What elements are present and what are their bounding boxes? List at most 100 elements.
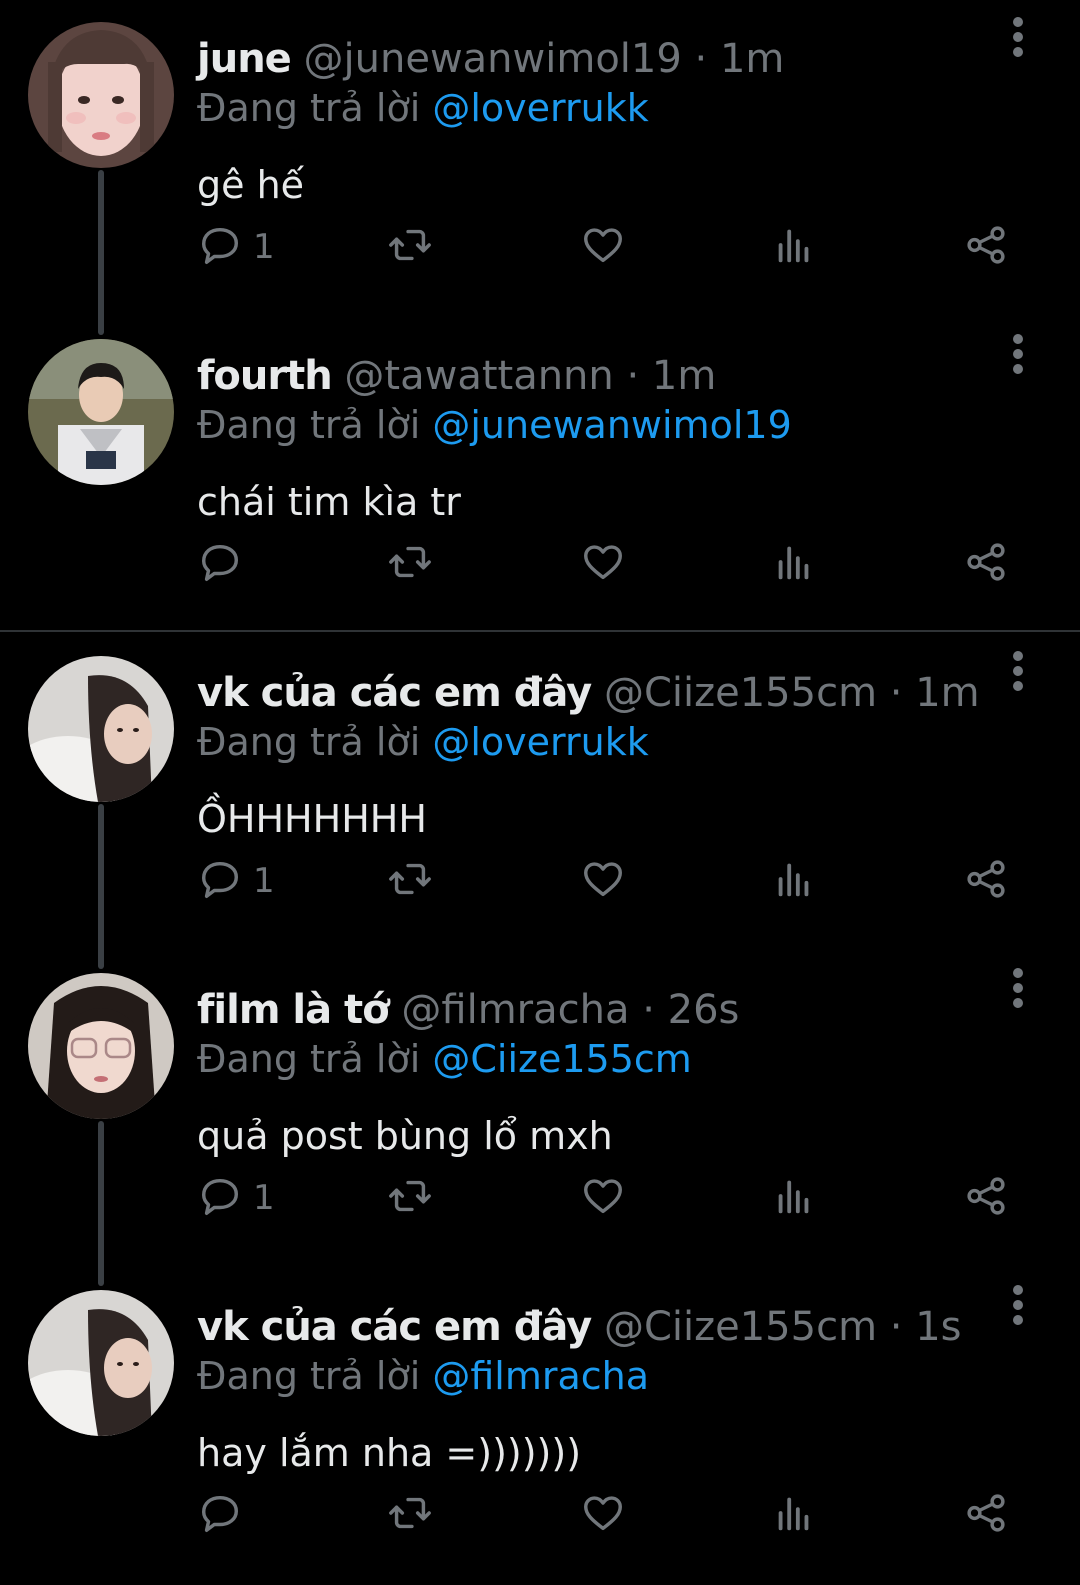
replying-to: Đang trả lời @Ciize155cm: [197, 1037, 692, 1081]
like-button[interactable]: [580, 1490, 626, 1540]
display-name[interactable]: june: [197, 36, 292, 82]
action-bar: 1: [0, 222, 1080, 272]
replying-label: Đang trả lời: [197, 1354, 421, 1398]
share-button[interactable]: [963, 222, 1009, 272]
retweet-button[interactable]: [387, 1490, 433, 1540]
views-button[interactable]: [771, 222, 817, 272]
reply-count: 1: [253, 227, 275, 267]
action-bar: [0, 1490, 1080, 1540]
display-name[interactable]: vk của các em đây: [197, 1304, 592, 1350]
reply-button[interactable]: [197, 1490, 253, 1540]
handle[interactable]: @junewanwimol19: [304, 36, 682, 82]
mention-link[interactable]: @Ciize155cm: [432, 1037, 691, 1081]
tweet-text: quả post bùng lổ mxh: [197, 1114, 613, 1158]
reply-icon: [197, 1173, 243, 1223]
replying-label: Đang trả lời: [197, 403, 421, 447]
reply-icon: [197, 539, 243, 589]
like-button[interactable]: [580, 1173, 626, 1223]
retweet-button[interactable]: [387, 1173, 433, 1223]
more-vertical-icon[interactable]: [1003, 14, 1033, 60]
tweet[interactable]: fourth @tawattannn · 1m Đang trả lời @ju…: [0, 317, 1080, 634]
mention-link[interactable]: @loverrukk: [432, 720, 648, 764]
share-button[interactable]: [963, 1490, 1009, 1540]
tweet[interactable]: june @junewanwimol19 · 1m Đang trả lời @…: [0, 0, 1080, 335]
mention-link[interactable]: @filmracha: [432, 1354, 649, 1398]
reply-icon: [197, 1490, 243, 1540]
handle[interactable]: @tawattannn: [344, 353, 613, 399]
share-icon: [963, 539, 1009, 589]
like-button[interactable]: [580, 856, 626, 906]
reply-icon: [197, 856, 243, 906]
retweet-icon: [387, 539, 433, 589]
tweet-text: hay lắm nha =))))))): [197, 1431, 582, 1475]
views-button[interactable]: [771, 1490, 817, 1540]
timestamp[interactable]: · 26s: [642, 987, 739, 1033]
action-bar: 1: [0, 1173, 1080, 1223]
reply-button[interactable]: 1: [197, 222, 275, 272]
share-button[interactable]: [963, 539, 1009, 589]
more-vertical-icon[interactable]: [1003, 648, 1033, 694]
replying-label: Đang trả lời: [197, 720, 421, 764]
reply-button[interactable]: [197, 539, 253, 589]
mention-link[interactable]: @loverrukk: [432, 86, 648, 130]
views-button[interactable]: [771, 1173, 817, 1223]
reply-button[interactable]: 1: [197, 856, 275, 906]
share-icon: [963, 222, 1009, 272]
mention-link[interactable]: @junewanwimol19: [432, 403, 791, 447]
views-button[interactable]: [771, 856, 817, 906]
replying-label: Đang trả lời: [197, 86, 421, 130]
display-name[interactable]: film là tớ: [197, 987, 390, 1033]
timestamp[interactable]: · 1s: [890, 1304, 962, 1350]
avatar[interactable]: [28, 656, 174, 802]
replying-to: Đang trả lời @loverrukk: [197, 720, 649, 764]
views-button[interactable]: [771, 539, 817, 589]
heart-icon: [580, 1490, 626, 1540]
display-name[interactable]: vk của các em đây: [197, 670, 592, 716]
heart-icon: [580, 856, 626, 906]
tweet-header: vk của các em đây @Ciize155cm · 1s: [197, 1304, 961, 1350]
more-vertical-icon[interactable]: [1003, 331, 1033, 377]
heart-icon: [580, 539, 626, 589]
retweet-button[interactable]: [387, 856, 433, 906]
tweet-header: film là tớ @filmracha · 26s: [197, 987, 739, 1033]
handle[interactable]: @Ciize155cm: [604, 670, 877, 716]
views-icon: [771, 539, 817, 589]
more-vertical-icon[interactable]: [1003, 1282, 1033, 1328]
like-button[interactable]: [580, 222, 626, 272]
views-icon: [771, 1490, 817, 1540]
views-icon: [771, 1173, 817, 1223]
share-button[interactable]: [963, 856, 1009, 906]
tweet[interactable]: vk của các em đây @Ciize155cm · 1m Đang …: [0, 634, 1080, 969]
tweet-text: gê hế: [197, 163, 305, 207]
reply-count: 1: [253, 861, 275, 901]
thread-divider: [0, 630, 1080, 632]
timestamp[interactable]: · 1m: [890, 670, 980, 716]
handle[interactable]: @Ciize155cm: [604, 1304, 877, 1350]
share-icon: [963, 1173, 1009, 1223]
views-icon: [771, 222, 817, 272]
retweet-button[interactable]: [387, 222, 433, 272]
tweet-text: ỒHHHHHHH: [197, 797, 427, 841]
tweet-header: vk của các em đây @Ciize155cm · 1m: [197, 670, 980, 716]
like-button[interactable]: [580, 539, 626, 589]
avatar[interactable]: [28, 1290, 174, 1436]
tweet[interactable]: film là tớ @filmracha · 26s Đang trả lời…: [0, 951, 1080, 1286]
timestamp[interactable]: · 1m: [626, 353, 716, 399]
more-vertical-icon[interactable]: [1003, 965, 1033, 1011]
timestamp[interactable]: · 1m: [695, 36, 785, 82]
share-button[interactable]: [963, 1173, 1009, 1223]
action-bar: [0, 539, 1080, 589]
avatar[interactable]: [28, 339, 174, 485]
reply-button[interactable]: 1: [197, 1173, 275, 1223]
handle[interactable]: @filmracha: [401, 987, 629, 1033]
reply-count: 1: [253, 1178, 275, 1218]
retweet-button[interactable]: [387, 539, 433, 589]
avatar[interactable]: [28, 973, 174, 1119]
retweet-icon: [387, 1173, 433, 1223]
views-icon: [771, 856, 817, 906]
action-bar: 1: [0, 856, 1080, 906]
display-name[interactable]: fourth: [197, 353, 333, 399]
avatar[interactable]: [28, 22, 174, 168]
tweet[interactable]: vk của các em đây @Ciize155cm · 1s Đang …: [0, 1268, 1080, 1585]
retweet-icon: [387, 856, 433, 906]
